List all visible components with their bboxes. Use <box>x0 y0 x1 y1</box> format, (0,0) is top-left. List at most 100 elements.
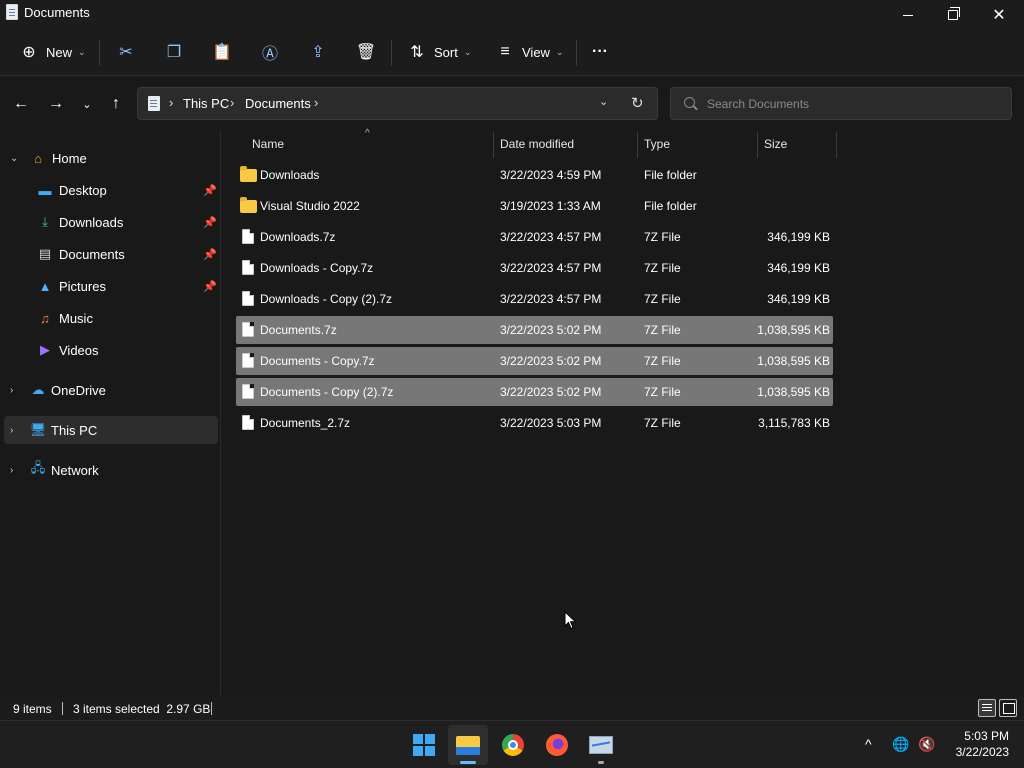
file-row[interactable]: Downloads 3/22/2023 4:59 PM File folder <box>236 161 833 189</box>
sidebar-item-this-pc[interactable]: › 🖥 This PC <box>4 416 218 444</box>
share-button[interactable]: ⇪ <box>309 36 327 68</box>
sidebar-item-label: Music <box>59 310 93 326</box>
divider <box>576 40 577 66</box>
volume-muted-icon[interactable]: 🔇 <box>918 736 935 753</box>
more-options-button[interactable]: ··· <box>592 36 608 68</box>
column-header-type[interactable]: Type <box>644 137 670 151</box>
file-row[interactable]: Documents_2.7z 3/22/2023 5:03 PM 7Z File 3,… <box>236 409 833 437</box>
sidebar-item-label: Home <box>52 150 87 166</box>
music-icon: ♫ <box>40 310 50 326</box>
search-input[interactable] <box>707 92 997 116</box>
copy-button[interactable]: ❐ <box>165 36 183 68</box>
sort-ascending-icon: ^ <box>365 128 370 139</box>
pane-splitter[interactable] <box>220 130 221 695</box>
column-divider[interactable] <box>493 132 494 158</box>
refresh-icon[interactable]: ↻ <box>631 94 644 112</box>
file-name: Downloads - Copy.7z <box>260 261 374 275</box>
file-date-modified: 3/22/2023 4:57 PM <box>500 230 602 244</box>
sidebar-item-videos[interactable]: ▶ Videos <box>4 336 218 364</box>
chevron-right-icon[interactable]: › <box>10 425 13 436</box>
file-row[interactable]: Visual Studio 2022 3/19/2023 1:33 AM File … <box>236 192 833 220</box>
taskbar-resource-monitor[interactable] <box>581 725 621 765</box>
column-divider[interactable] <box>757 132 758 158</box>
file-row[interactable]: Documents.7z 3/22/2023 5:02 PM 7Z File 1,03… <box>236 316 833 344</box>
window-title: Documents <box>24 5 90 20</box>
mouse-cursor-icon <box>564 611 577 630</box>
divider <box>62 702 63 715</box>
details-view-button[interactable] <box>978 699 996 717</box>
breadcrumb-this-pc[interactable]: This PC <box>183 96 229 111</box>
recent-locations-button[interactable]: ⌄ <box>73 90 101 118</box>
sidebar-item-documents[interactable]: ▤ Documents 📌 <box>4 240 218 268</box>
file-row[interactable]: Downloads.7z 3/22/2023 4:57 PM 7Z File 346,… <box>236 223 833 251</box>
file-name: Documents - Copy.7z <box>260 354 375 368</box>
restore-button[interactable] <box>930 0 976 30</box>
breadcrumb-separator: › <box>230 95 235 110</box>
column-header-size[interactable]: Size <box>764 137 787 151</box>
breadcrumb-separator[interactable]: › <box>314 95 318 110</box>
sidebar-item-music[interactable]: ♫ Music <box>4 304 218 332</box>
column-divider[interactable] <box>637 132 638 158</box>
search-icon <box>684 97 695 108</box>
file-name: Downloads <box>260 168 320 182</box>
sidebar-item-downloads[interactable]: ⤓ Downloads 📌 <box>4 208 218 236</box>
file-size: 346,199 KB <box>767 230 830 244</box>
start-button[interactable] <box>404 725 444 765</box>
pin-icon[interactable]: 📌 <box>203 280 217 293</box>
new-button[interactable]: ⊕ New ⌄ <box>20 36 85 68</box>
column-header-name[interactable]: Name <box>252 137 284 151</box>
view-button[interactable]: ≡ View ⌄ <box>496 36 563 68</box>
file-row[interactable]: Downloads - Copy (2).7z 3/22/2023 4:57 PM… <box>236 285 833 313</box>
sidebar-item-pictures[interactable]: ▲ Pictures 📌 <box>4 272 218 300</box>
delete-button[interactable]: 🗑 <box>356 36 376 68</box>
paste-button[interactable]: 📋 <box>212 36 232 68</box>
sidebar-item-home[interactable]: ⌄ ⌂ Home <box>4 144 218 172</box>
item-count: 9 items <box>13 702 52 716</box>
file-row[interactable]: Documents - Copy.7z 3/22/2023 5:02 PM 7Z F… <box>236 347 833 375</box>
up-button[interactable]: ↑ <box>102 90 130 118</box>
chrome-icon <box>502 734 524 756</box>
view-label: View <box>522 44 550 60</box>
file-icon <box>242 353 254 368</box>
sidebar-item-label: Videos <box>59 342 99 358</box>
more-icon: ··· <box>592 43 608 60</box>
sort-button[interactable]: ⇅ Sort ⌄ <box>408 36 471 68</box>
chevron-expanded-icon[interactable]: ⌄ <box>10 153 18 164</box>
file-row[interactable]: Documents - Copy (2).7z 3/22/2023 5:02 PM… <box>236 378 833 406</box>
breadcrumb-documents[interactable]: Documents <box>245 96 311 111</box>
pin-icon[interactable]: 📌 <box>203 184 217 197</box>
cut-button[interactable]: ✂ <box>117 36 135 68</box>
running-indicator <box>598 761 604 764</box>
file-row[interactable]: Downloads - Copy.7z 3/22/2023 4:57 PM 7Z F… <box>236 254 833 282</box>
pin-icon[interactable]: 📌 <box>203 248 217 261</box>
network-globe-icon[interactable]: 🌐 <box>892 736 909 753</box>
pin-icon[interactable]: 📌 <box>203 216 217 229</box>
forward-button[interactable]: → <box>42 90 70 118</box>
taskbar-firefox[interactable] <box>537 725 577 765</box>
scissors-icon: ✂ <box>119 44 133 61</box>
tiles-view-button[interactable] <box>999 699 1017 717</box>
back-button[interactable]: ← <box>7 90 35 118</box>
chevron-right-icon[interactable]: › <box>10 385 13 396</box>
rename-button[interactable]: Ⓐ <box>261 36 279 68</box>
column-header-date[interactable]: Date modified <box>500 137 574 151</box>
close-button[interactable]: ✕ <box>976 0 1022 30</box>
show-hidden-icons-chevron-icon[interactable]: ^ <box>865 736 872 752</box>
minimize-button[interactable] <box>885 0 931 30</box>
address-history-chevron-icon[interactable]: ⌄ <box>599 95 608 108</box>
file-size: 1,038,595 KB <box>757 354 830 368</box>
column-divider[interactable] <box>836 132 837 158</box>
taskbar-file-explorer[interactable] <box>448 725 488 765</box>
rename-icon: Ⓐ <box>261 46 278 63</box>
address-bar[interactable]: › This PC › Documents › ⌄ ↻ <box>137 87 658 120</box>
sidebar-item-network[interactable]: › 🖧 Network <box>4 456 218 484</box>
file-name: Documents.7z <box>260 323 337 337</box>
system-clock[interactable]: 5:03 PM 3/22/2023 <box>945 728 1009 760</box>
search-box[interactable] <box>670 87 1012 120</box>
taskbar-chrome[interactable] <box>493 725 533 765</box>
chevron-right-icon[interactable]: › <box>10 465 13 476</box>
sidebar-item-label: Network <box>51 462 99 478</box>
sidebar-item-desktop[interactable]: ▬ Desktop 📌 <box>4 176 218 204</box>
file-type: 7Z File <box>644 385 681 399</box>
sidebar-item-onedrive[interactable]: › ☁ OneDrive <box>4 376 218 404</box>
